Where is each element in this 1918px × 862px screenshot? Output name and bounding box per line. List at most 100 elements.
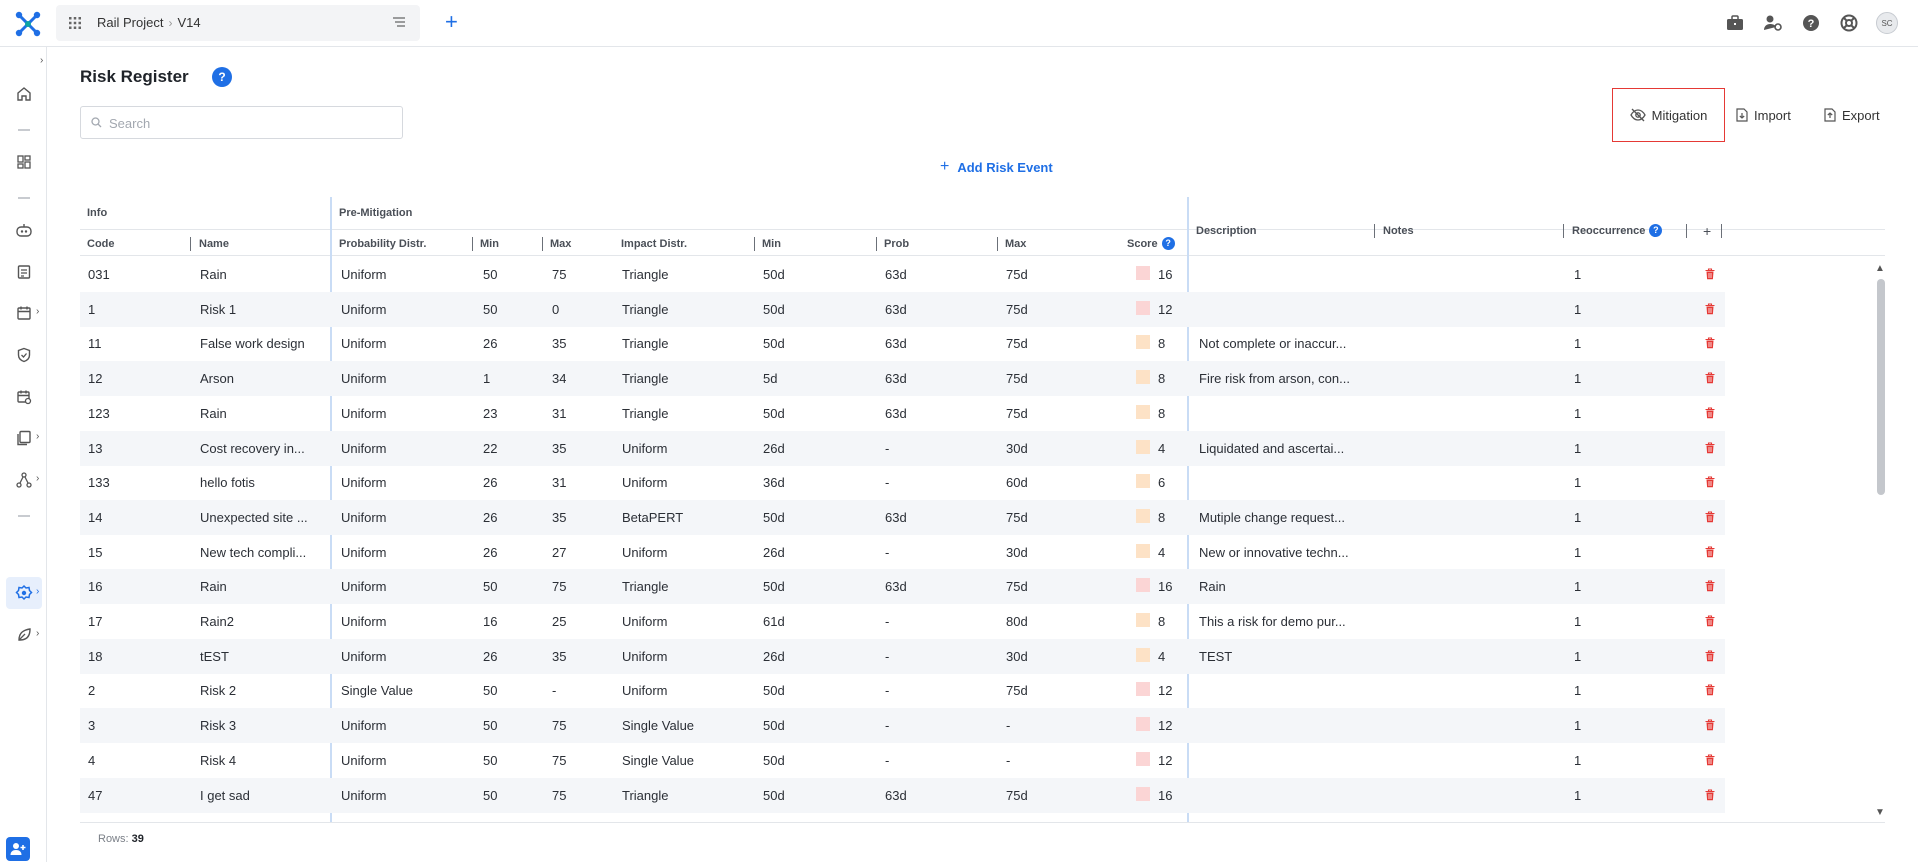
cell-max1[interactable]: 31: [552, 406, 566, 421]
cell-min2[interactable]: 26d: [763, 649, 785, 664]
cell-max2[interactable]: 60d: [1006, 475, 1028, 490]
delete-trash-icon[interactable]: [1705, 337, 1715, 349]
app-logo-icon[interactable]: [14, 10, 42, 38]
cell-desc[interactable]: Mutiple change request...: [1199, 510, 1345, 525]
cell-code[interactable]: 16: [88, 579, 102, 594]
cell-pd[interactable]: Uniform: [341, 753, 387, 768]
cell-score[interactable]: 8: [1158, 336, 1165, 351]
cell-name[interactable]: Risk 2: [200, 683, 236, 698]
cell-reocc[interactable]: 1: [1574, 579, 1581, 594]
table-row[interactable]: 15 New tech compli... Uniform 26 27 Uniform 26…: [80, 535, 1725, 570]
cell-reocc[interactable]: 1: [1574, 475, 1581, 490]
cell-name[interactable]: Cost recovery in...: [200, 441, 305, 456]
cell-name[interactable]: Arson: [200, 371, 234, 386]
cell-name[interactable]: Rain2: [200, 614, 234, 629]
cell-desc[interactable]: This a risk for demo pur...: [1199, 614, 1346, 629]
col-header-impact-max[interactable]: Max: [998, 230, 1033, 256]
cell-code[interactable]: 47: [88, 788, 102, 803]
cell-min2[interactable]: 50d: [763, 267, 785, 282]
reoccurrence-help-icon[interactable]: ?: [1649, 224, 1663, 237]
cell-min1[interactable]: 50: [483, 302, 497, 317]
cell-name[interactable]: Unexpected site ...: [200, 510, 308, 525]
cell-name[interactable]: False work design: [200, 336, 305, 351]
cell-min2[interactable]: 50d: [763, 683, 785, 698]
cell-max2[interactable]: 75d: [1006, 510, 1028, 525]
cell-pd[interactable]: Uniform: [341, 718, 387, 733]
cell-min1[interactable]: 50: [483, 683, 497, 698]
cell-id[interactable]: Triangle: [622, 302, 668, 317]
export-button[interactable]: Export: [1824, 88, 1880, 142]
cell-max2[interactable]: 80d: [1006, 614, 1028, 629]
cell-max1[interactable]: 75: [552, 788, 566, 803]
cell-max1[interactable]: 75: [552, 753, 566, 768]
cell-desc[interactable]: TEST: [1199, 649, 1232, 664]
support-lifebuoy-icon[interactable]: [1838, 12, 1860, 34]
cell-pd[interactable]: Uniform: [341, 649, 387, 664]
cell-prob[interactable]: -: [885, 718, 889, 733]
cell-score[interactable]: 16: [1158, 788, 1172, 803]
cell-desc[interactable]: Fire risk from arson, con...: [1199, 371, 1350, 386]
cell-reocc[interactable]: 1: [1574, 302, 1581, 317]
cell-max1[interactable]: 34: [552, 371, 566, 386]
cell-id[interactable]: Uniform: [622, 683, 668, 698]
table-row[interactable]: 12 Arson Uniform 1 34 Triangle 5d 63d 75d 8 Fire r…: [80, 361, 1725, 397]
cell-reocc[interactable]: 1: [1574, 649, 1581, 664]
table-row[interactable]: 4 Risk 4 Uniform 50 75 Single Value 50d - - 12 1: [80, 743, 1725, 778]
delete-trash-icon[interactable]: [1705, 615, 1715, 627]
sidebar-item-dashboard[interactable]: [14, 152, 34, 172]
cell-code[interactable]: 14: [88, 510, 102, 525]
sidebar-item-bot[interactable]: [14, 220, 34, 240]
delete-trash-icon[interactable]: [1705, 303, 1715, 315]
cell-score[interactable]: 4: [1158, 545, 1165, 560]
cell-score[interactable]: 8: [1158, 371, 1165, 386]
delete-trash-icon[interactable]: [1705, 719, 1715, 731]
cell-max1[interactable]: 75: [552, 579, 566, 594]
cell-min2[interactable]: 61d: [763, 614, 785, 629]
cell-max2[interactable]: 75d: [1006, 406, 1028, 421]
column-resize-handle[interactable]: [1374, 224, 1375, 238]
col-header-description[interactable]: Description: [1189, 217, 1264, 243]
project-name[interactable]: Rail Project: [97, 15, 163, 30]
column-resize-handle[interactable]: [1563, 224, 1564, 238]
add-column-button[interactable]: +: [1696, 215, 1718, 241]
cell-id[interactable]: Uniform: [622, 614, 668, 629]
scroll-up-arrow-icon[interactable]: ▲: [1875, 263, 1885, 274]
delete-trash-icon[interactable]: [1705, 372, 1715, 384]
cell-score[interactable]: 12: [1158, 302, 1172, 317]
apps-grid-icon[interactable]: [68, 16, 82, 30]
search-input[interactable]: [109, 113, 389, 133]
cell-min1[interactable]: 50: [483, 788, 497, 803]
cell-max1[interactable]: 35: [552, 441, 566, 456]
cell-max2[interactable]: -: [1006, 753, 1010, 768]
search-box[interactable]: [80, 106, 403, 139]
cell-prob[interactable]: -: [885, 683, 889, 698]
cell-code[interactable]: 3: [88, 718, 95, 733]
cell-code[interactable]: 2: [88, 683, 95, 698]
cell-id[interactable]: Uniform: [622, 475, 668, 490]
col-header-name[interactable]: Name: [192, 230, 236, 256]
cell-max2[interactable]: 75d: [1006, 267, 1028, 282]
cell-name[interactable]: tEST: [200, 649, 229, 664]
vertical-scrollbar-thumb[interactable]: [1877, 279, 1885, 495]
table-row[interactable]: 18 tEST Uniform 26 35 Uniform 26d - 30d 4 TEST 1: [80, 638, 1725, 674]
cell-min2[interactable]: 50d: [763, 718, 785, 733]
cell-min1[interactable]: 26: [483, 475, 497, 490]
cell-name[interactable]: Risk 1: [200, 302, 236, 317]
cell-min2[interactable]: 26d: [763, 545, 785, 560]
cell-max2[interactable]: 75d: [1006, 683, 1028, 698]
cell-min2[interactable]: 5d: [763, 371, 777, 386]
cell-max1[interactable]: 25: [552, 614, 566, 629]
cell-prob[interactable]: 63d: [885, 336, 907, 351]
cell-min2[interactable]: 50d: [763, 336, 785, 351]
cell-max2[interactable]: 75d: [1006, 788, 1028, 803]
cell-code[interactable]: 12: [88, 371, 102, 386]
cell-prob[interactable]: -: [885, 649, 889, 664]
sidebar-item-security[interactable]: [14, 345, 34, 365]
cell-max1[interactable]: 35: [552, 649, 566, 664]
delete-trash-icon[interactable]: [1705, 511, 1715, 523]
cell-pd[interactable]: Uniform: [341, 336, 387, 351]
cell-name[interactable]: Risk 4: [200, 753, 236, 768]
cell-score[interactable]: 8: [1158, 614, 1165, 629]
table-row[interactable]: 17 Rain2 Uniform 16 25 Uniform 61d - 80d 8 This a …: [80, 604, 1725, 639]
delete-trash-icon[interactable]: [1705, 546, 1715, 558]
